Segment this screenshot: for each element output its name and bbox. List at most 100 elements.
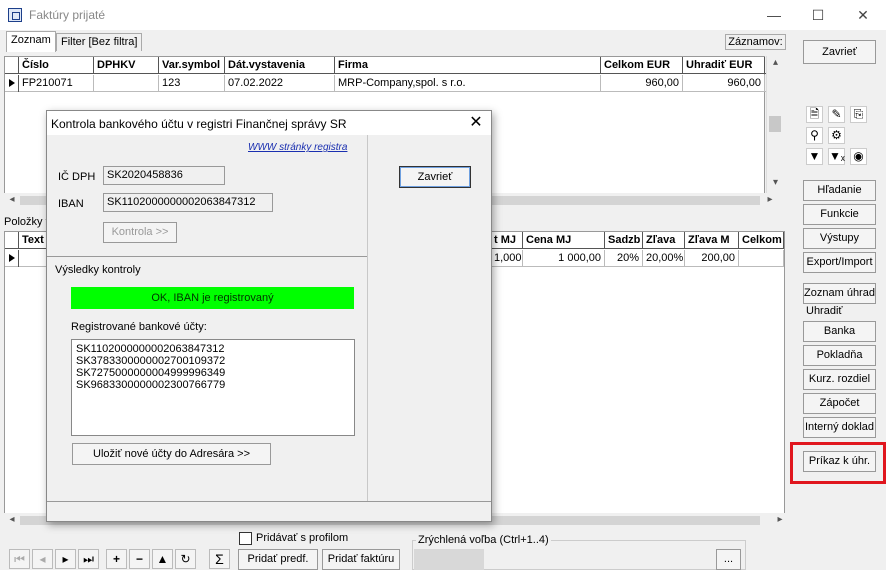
- funkcie-button[interactable]: Funkcie: [803, 204, 876, 225]
- dialog-close-button[interactable]: Zavrieť: [399, 166, 471, 188]
- zapocet-button[interactable]: Zápočet: [803, 393, 876, 414]
- filter-clear-icon[interactable]: ▼ₓ: [828, 148, 845, 165]
- pokladna-button[interactable]: Pokladňa: [803, 345, 876, 366]
- ic-dph-label: IČ DPH: [58, 171, 96, 183]
- close-button[interactable]: Zavrieť: [803, 40, 876, 64]
- cell-uhradit: 960,00: [683, 75, 765, 92]
- col-celkom[interactable]: Celkom EUR: [601, 57, 683, 74]
- search-icon[interactable]: ⚲: [806, 127, 823, 144]
- scroll-left-icon[interactable]: ◂: [6, 513, 18, 527]
- up-icon[interactable]: ▲: [152, 549, 173, 569]
- prev-record-icon[interactable]: ◂: [32, 549, 53, 569]
- cell-datum: 07.02.2022: [225, 75, 335, 92]
- registered-accounts-list[interactable]: SK1102000000002063847312 SK3783300000002…: [71, 339, 355, 436]
- iban-label: IBAN: [58, 198, 84, 210]
- uhradit-group-label: Uhradiť: [806, 305, 843, 317]
- result-status-badge: OK, IBAN je registrovaný: [71, 287, 354, 309]
- footer-divider: [47, 501, 491, 502]
- dialog-close-icon[interactable]: ✕: [465, 113, 487, 133]
- registry-website-link[interactable]: WWW stránky registra: [248, 142, 347, 153]
- scroll-right-icon[interactable]: ▸: [774, 513, 786, 527]
- quick-select-slot[interactable]: [414, 549, 484, 570]
- sum-button[interactable]: Σ: [209, 549, 230, 569]
- next-record-icon[interactable]: ▸: [55, 549, 76, 569]
- results-label: Výsledky kontroly: [55, 264, 141, 276]
- edit-document-icon[interactable]: ✎: [828, 106, 845, 123]
- toolbar-icons: 🗎 ✎ ⎘ ⚲ ⚙ ▼ ▼ₓ ◉: [805, 104, 873, 168]
- cell-zlava-m: 200,00: [685, 250, 739, 267]
- record-count-label: Záznamov:: [725, 34, 786, 50]
- scroll-down-icon[interactable]: ▾: [767, 176, 784, 190]
- eye-icon[interactable]: ◉: [850, 148, 867, 165]
- scroll-right-icon[interactable]: ▸: [764, 193, 776, 207]
- scroll-up-icon[interactable]: ▴: [767, 56, 784, 70]
- list-item: SK3783300000002700109372: [76, 355, 226, 367]
- kurz-rozdiel-button[interactable]: Kurz. rozdiel: [803, 369, 876, 390]
- dialog-title: Kontrola bankového účtu v registri Finan…: [51, 117, 347, 131]
- pridat-predf-button[interactable]: Pridať predf.: [238, 549, 318, 570]
- list-item: SK1102000000002063847312: [76, 343, 225, 355]
- close-window-button[interactable]: ✕: [841, 4, 885, 26]
- add-icon[interactable]: +: [106, 549, 127, 569]
- highlight-box: [790, 442, 886, 484]
- pridavat-profil-label: Pridávať s profilom: [256, 532, 349, 544]
- maximize-button[interactable]: ☐: [796, 4, 840, 26]
- interny-doklad-button[interactable]: Interný doklad: [803, 417, 876, 438]
- col-var-symbol[interactable]: Var.symbol: [159, 57, 225, 74]
- document-icon[interactable]: 🗎: [806, 106, 823, 123]
- remove-icon[interactable]: −: [129, 549, 150, 569]
- cell-text: [19, 250, 47, 267]
- last-record-icon[interactable]: ⏭: [78, 549, 99, 569]
- list-item: SK9683300000002300766779: [76, 379, 226, 391]
- vystupy-button[interactable]: Výstupy: [803, 228, 876, 249]
- export-import-button[interactable]: Export/Import: [803, 252, 876, 273]
- divider: [47, 256, 367, 257]
- invoice-grid-header: Číslo DPHKV Var.symbol Dát.vystavenia Fi…: [5, 57, 766, 74]
- table-row[interactable]: FP210071 123 07.02.2022 MRP-Company,spol…: [5, 75, 766, 92]
- gear-icon[interactable]: ⚙: [828, 127, 845, 144]
- invoice-grid-vscrollbar[interactable]: ▴ ▾: [766, 56, 783, 196]
- app-icon: [8, 8, 22, 22]
- minimize-button[interactable]: —: [752, 4, 796, 26]
- copy-document-icon[interactable]: ⎘: [850, 106, 867, 123]
- row-indicator-header: [5, 57, 19, 74]
- pridat-fakturu-button[interactable]: Pridať faktúru: [322, 549, 400, 570]
- banka-button[interactable]: Banka: [803, 321, 876, 342]
- col-datum[interactable]: Dát.vystavenia: [225, 57, 335, 74]
- col-cena-mj[interactable]: Cena MJ: [523, 232, 605, 249]
- cell-cislo: FP210071: [19, 75, 94, 92]
- more-button[interactable]: ...: [716, 549, 741, 570]
- col-celkom[interactable]: Celkom: [739, 232, 784, 249]
- col-cislo[interactable]: Číslo: [19, 57, 94, 74]
- title-bar: Faktúry prijaté — ☐ ✕: [0, 0, 886, 30]
- registered-accounts-label: Registrované bankové účty:: [71, 321, 207, 333]
- refresh-icon[interactable]: ↻: [175, 549, 196, 569]
- col-text[interactable]: Text: [19, 232, 47, 249]
- zoznam-uhrad-button[interactable]: Zoznam úhrad: [803, 283, 876, 304]
- hladanie-button[interactable]: Hľadanie: [803, 180, 876, 201]
- scroll-left-icon[interactable]: ◂: [6, 193, 18, 207]
- first-record-icon[interactable]: ⏮: [9, 549, 30, 569]
- col-uhradit[interactable]: Uhradiť EUR: [683, 57, 765, 74]
- tab-filter[interactable]: Filter [Bez filtra]: [56, 33, 143, 51]
- scroll-thumb[interactable]: [769, 116, 781, 132]
- cell-celkom: 960,00: [601, 75, 683, 92]
- list-item: SK7275000000004999996349: [76, 367, 226, 379]
- cell-zlava: 20,00%: [643, 250, 685, 267]
- kontrola-button[interactable]: Kontrola >>: [103, 222, 177, 243]
- col-sadzba[interactable]: Sadzb: [605, 232, 643, 249]
- col-dphkv[interactable]: DPHKV: [94, 57, 159, 74]
- cell-celkom: [739, 250, 784, 267]
- tab-zoznam[interactable]: Zoznam: [6, 31, 56, 52]
- col-mj[interactable]: t MJ: [491, 232, 523, 249]
- col-firma[interactable]: Firma: [335, 57, 601, 74]
- filter-icon[interactable]: ▼: [806, 148, 823, 165]
- col-zlava-m[interactable]: Zľava M: [685, 232, 739, 249]
- cell-firma: MRP-Company,spol. s r.o.: [335, 75, 601, 92]
- col-zlava[interactable]: Zľava: [643, 232, 685, 249]
- row-indicator-header: [5, 232, 19, 249]
- save-accounts-button[interactable]: Uložiť nové účty do Adresára >>: [72, 443, 271, 465]
- pridavat-profil-checkbox[interactable]: [239, 532, 252, 545]
- iban-field[interactable]: SK1102000000002063847312: [103, 193, 273, 212]
- ic-dph-field[interactable]: SK2020458836: [103, 166, 225, 185]
